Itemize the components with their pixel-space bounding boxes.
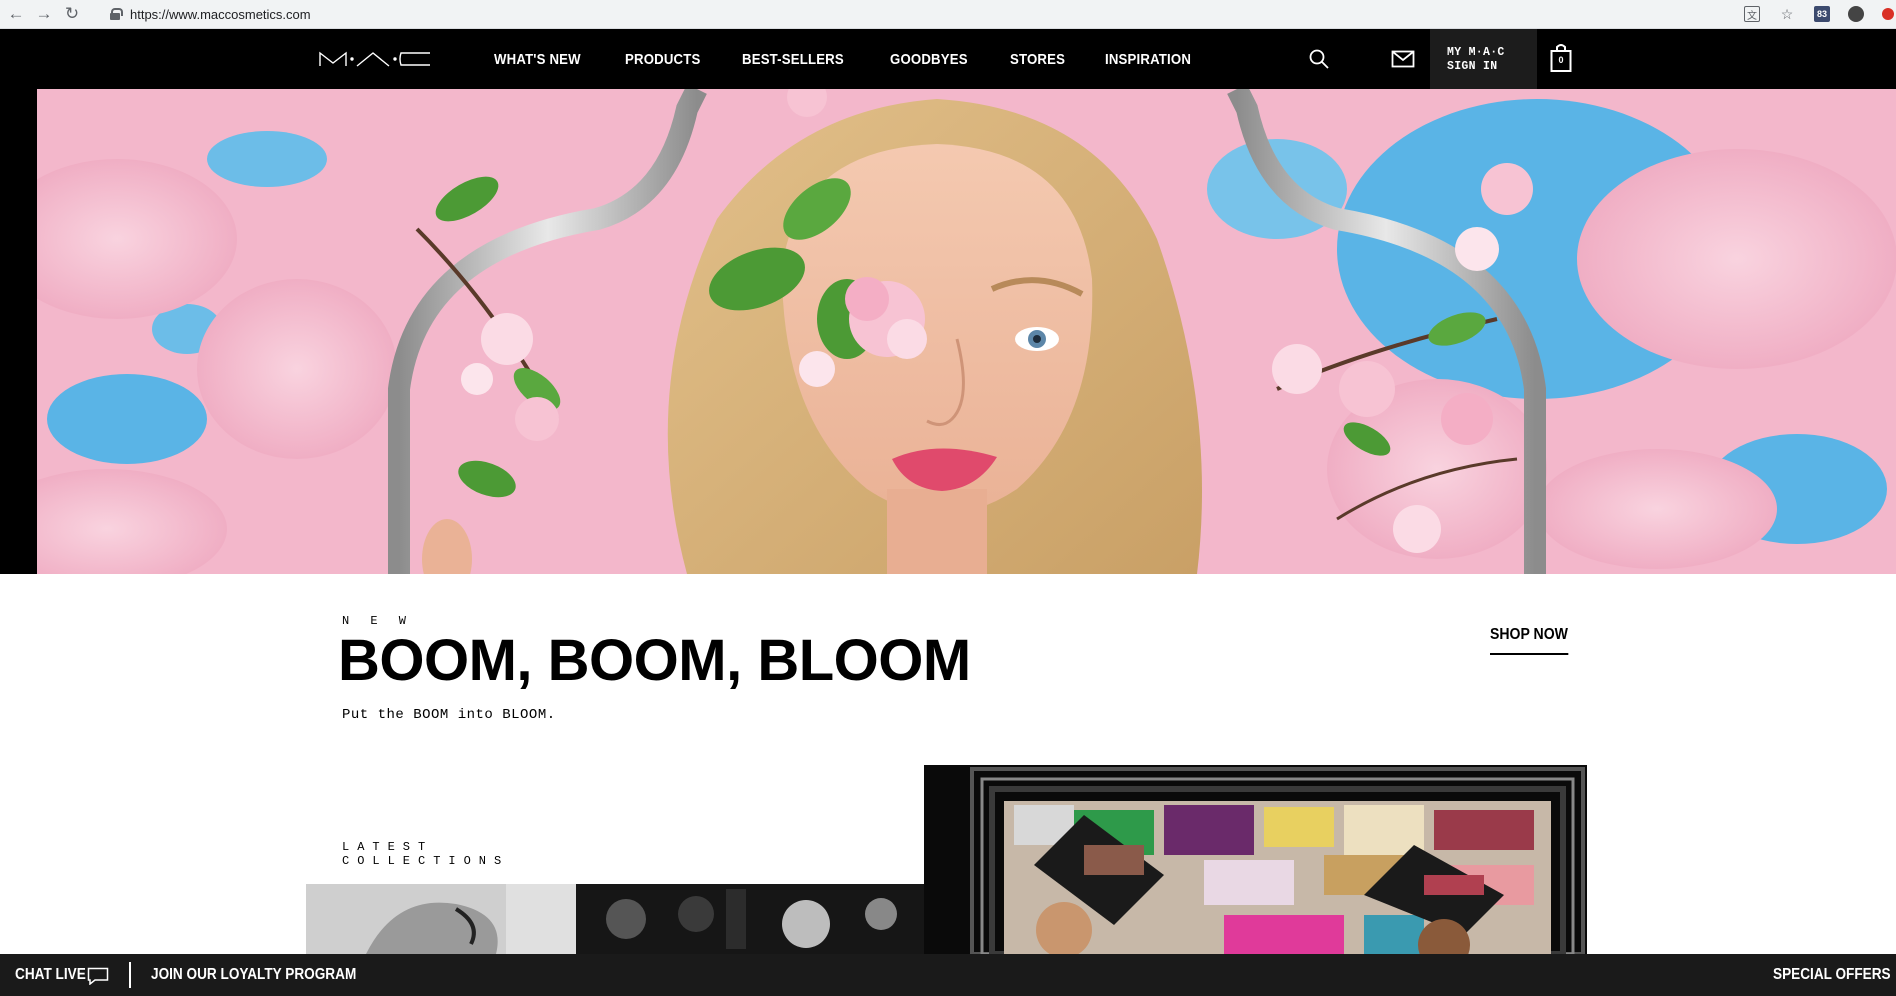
bottom-sticky-bar: CHAT LIVE JOIN OUR LOYALTY PROGRAM SPECI…	[0, 954, 1896, 996]
latest-line: LATEST	[342, 840, 434, 854]
mail-icon[interactable]	[1391, 47, 1415, 71]
main-nav: WHAT'S NEW PRODUCTS BEST-SELLERS GOODBYE…	[494, 29, 1235, 89]
page-subtitle: Put the BOOM into BLOOM.	[342, 707, 556, 723]
nav-inspiration[interactable]: INSPIRATION	[1105, 51, 1191, 68]
collections-line: COLLECTIONS	[342, 854, 510, 868]
loyalty-program-link[interactable]: JOIN OUR LOYALTY PROGRAM	[151, 966, 356, 984]
eyebrow-new: N E W	[342, 614, 414, 628]
forward-icon[interactable]: →	[32, 2, 56, 26]
collections-photo	[306, 884, 924, 954]
address-bar[interactable]: https://www.maccosmetics.com	[110, 3, 1730, 25]
hero-illustration	[37, 89, 1896, 574]
back-icon[interactable]: ←	[4, 2, 28, 26]
profile-avatar-icon[interactable]	[1848, 6, 1864, 22]
nav-best-sellers[interactable]: BEST-SELLERS	[742, 51, 844, 68]
extension-badge-icon[interactable]: 83	[1814, 6, 1830, 22]
chat-bubble-icon[interactable]	[87, 967, 109, 985]
lock-icon	[110, 8, 123, 20]
mac-logo[interactable]	[319, 51, 431, 67]
bar-divider	[129, 962, 131, 988]
site-header: WHAT'S NEW PRODUCTS BEST-SELLERS GOODBYE…	[0, 29, 1896, 89]
bookmark-star-icon[interactable]: ☆	[1778, 5, 1796, 23]
hero-image	[37, 89, 1896, 574]
sign-in-label: SIGN IN	[1447, 60, 1498, 73]
special-offers-link[interactable]: SPECIAL OFFERS	[1773, 966, 1891, 984]
featured-collection-image[interactable]	[924, 765, 1587, 954]
chat-live-link[interactable]: CHAT LIVE	[15, 966, 86, 984]
search-icon[interactable]	[1307, 47, 1331, 71]
my-mac-sign-in[interactable]: MY M·A·C SIGN IN	[1430, 29, 1537, 89]
nav-products[interactable]: PRODUCTS	[625, 51, 700, 68]
nav-stores[interactable]: STORES	[1010, 51, 1065, 68]
shop-now-link[interactable]: SHOP NOW	[1490, 626, 1568, 655]
extension-area: 文 ☆ 83	[1744, 2, 1896, 26]
menu-alert-icon[interactable]	[1882, 8, 1894, 20]
latest-collections-image[interactable]	[306, 884, 924, 954]
page-title: BOOM, BOOM, BLOOM	[338, 628, 971, 693]
nav-whats-new[interactable]: WHAT'S NEW	[494, 51, 581, 68]
latest-collections-heading: LATEST COLLECTIONS	[342, 840, 509, 868]
my-mac-label: MY M·A·C	[1447, 46, 1505, 59]
url-text: https://www.maccosmetics.com	[130, 6, 311, 22]
browser-toolbar: ← → ↻ https://www.maccosmetics.com 文 ☆ 8…	[0, 0, 1896, 29]
translate-icon[interactable]: 文	[1744, 6, 1760, 22]
nav-goodbyes[interactable]: GOODBYES	[890, 51, 968, 68]
reload-icon[interactable]: ↻	[60, 2, 84, 26]
books-photo	[924, 765, 1587, 954]
hero-banner[interactable]	[0, 89, 1896, 574]
bag-count: 0	[1558, 55, 1564, 65]
